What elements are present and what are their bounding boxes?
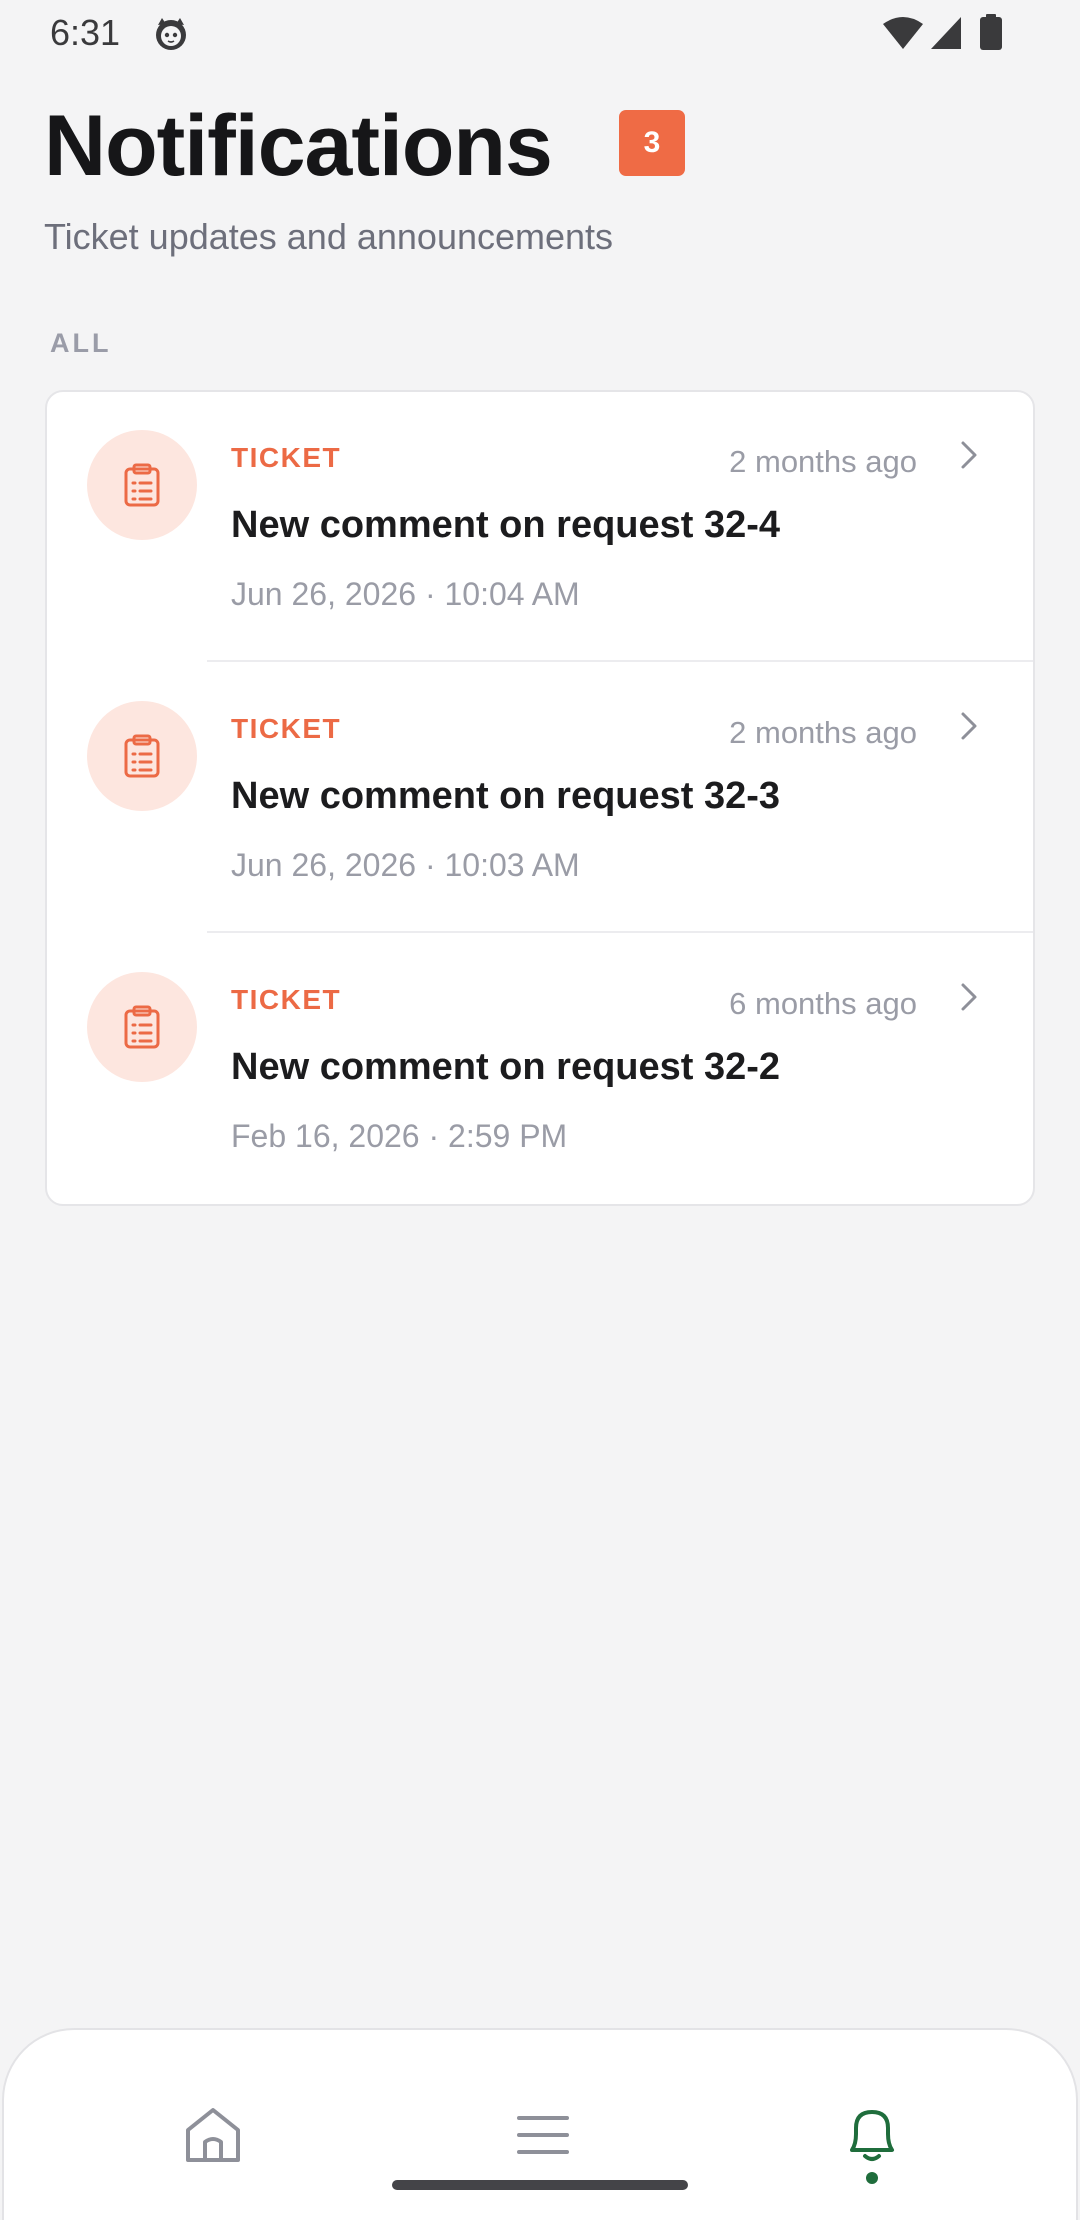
signal-icon xyxy=(931,17,961,49)
notification-relative-time: 6 months ago xyxy=(729,986,917,1021)
notification-title: New comment on request 32-2 xyxy=(231,1046,781,1088)
home-indicator[interactable] xyxy=(392,2180,688,2190)
bell-icon xyxy=(850,2110,894,2161)
chevron-right-icon xyxy=(961,441,977,469)
battery-icon xyxy=(980,14,1002,50)
notification-item[interactable]: TICKET 6 months ago New comment on reque… xyxy=(47,934,1033,1204)
chevron-right-icon xyxy=(961,983,977,1011)
notification-date: Feb 16, 2026 · 2:59 PM xyxy=(231,1118,568,1154)
unread-count-badge: 3 xyxy=(619,110,685,176)
nav-home-button[interactable] xyxy=(168,2090,258,2180)
notification-item[interactable]: TICKET 2 months ago New comment on reque… xyxy=(47,663,1033,933)
home-icon xyxy=(186,2108,240,2162)
notification-title: New comment on request 32-3 xyxy=(231,775,781,817)
wifi-icon xyxy=(883,17,923,49)
nav-menu-button[interactable] xyxy=(498,2090,588,2180)
active-indicator-dot xyxy=(866,2172,878,2184)
notification-type: TICKET xyxy=(231,713,342,744)
clipboard-icon xyxy=(87,972,197,1082)
bottom-nav xyxy=(2,2028,1078,2220)
chevron-right-icon xyxy=(961,712,977,740)
divider xyxy=(207,931,1033,933)
clipboard-icon xyxy=(87,701,197,811)
menu-icon xyxy=(517,2116,569,2154)
notification-date: Jun 26, 2026 · 10:04 AM xyxy=(231,576,580,612)
clipboard-icon xyxy=(87,430,197,540)
notification-relative-time: 2 months ago xyxy=(729,715,917,750)
notification-item[interactable]: TICKET 2 months ago New comment on reque… xyxy=(47,392,1033,662)
page-title: Notifications xyxy=(44,98,553,194)
notification-type: TICKET xyxy=(231,984,342,1015)
notification-type: TICKET xyxy=(231,442,342,473)
notification-relative-time: 2 months ago xyxy=(729,444,917,479)
notification-date: Jun 26, 2026 · 10:03 AM xyxy=(231,847,580,883)
section-label: ALL xyxy=(50,328,112,358)
divider xyxy=(207,660,1033,662)
cat-icon xyxy=(156,18,186,50)
status-time: 6:31 xyxy=(50,12,121,53)
notifications-screen: 6:31 Notifications 3 Ticket updates and … xyxy=(0,0,1080,2220)
status-bar: 6:31 xyxy=(0,0,1080,66)
notifications-list: TICKET 2 months ago New comment on reque… xyxy=(45,390,1035,1206)
notification-title: New comment on request 32-4 xyxy=(231,504,781,546)
nav-notifications-button[interactable] xyxy=(827,2090,917,2184)
page-subtitle: Ticket updates and announcements xyxy=(44,216,614,257)
